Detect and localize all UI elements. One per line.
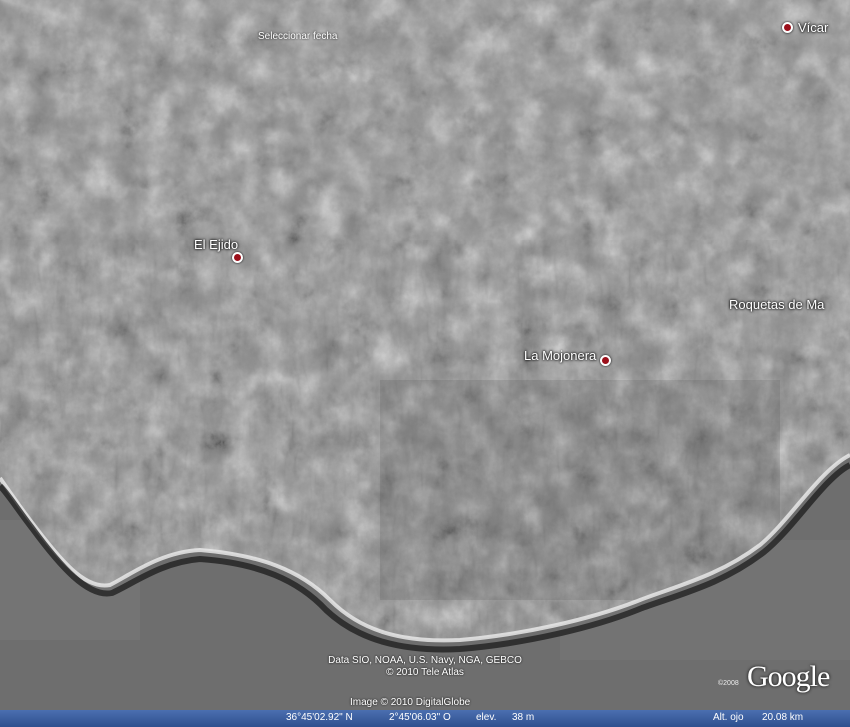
place-marker-el-ejido[interactable]: El Ejido <box>194 237 244 263</box>
elevation-label: elev. <box>476 712 497 723</box>
place-label: La Mojonera <box>524 348 597 363</box>
imagery-attribution: Image © 2010 DigitalGlobe <box>350 697 471 708</box>
eye-altitude-label: Alt. ojo <box>713 712 744 723</box>
copyright-line: © 2010 Tele Atlas <box>386 667 464 678</box>
place-label: El Ejido <box>194 237 239 252</box>
place-label: Vícar <box>798 20 829 35</box>
select-date-link[interactable]: Seleccionar fecha <box>258 31 338 42</box>
place-marker-vicar[interactable]: Vícar <box>782 20 828 35</box>
satellite-map[interactable] <box>0 0 850 727</box>
eye-altitude-value: 20.08 km <box>762 712 804 723</box>
longitude-readout: 2°45'06.03" O <box>389 712 451 723</box>
google-logo: Google <box>747 660 830 693</box>
data-attribution: Data SIO, NOAA, U.S. Navy, NGA, GEBCO © … <box>295 655 555 679</box>
location-pin-icon <box>782 22 793 33</box>
place-marker-roquetas-de-mar[interactable]: Roquetas de Ma <box>729 297 824 312</box>
logo-copyright: ©2008 <box>718 680 739 687</box>
location-pin-icon <box>232 252 244 263</box>
elevation-value: 38 m <box>512 712 535 723</box>
place-marker-la-mojonera[interactable]: La Mojonera <box>524 345 612 366</box>
data-sources-line: Data SIO, NOAA, U.S. Navy, NGA, GEBCO <box>328 655 522 666</box>
status-bar: 36°45'02.92" N 2°45'06.03" O elev. 38 m … <box>0 710 850 727</box>
latitude-readout: 36°45'02.92" N <box>286 712 353 723</box>
place-label: Roquetas de Ma <box>729 297 825 312</box>
location-pin-icon <box>600 355 612 366</box>
